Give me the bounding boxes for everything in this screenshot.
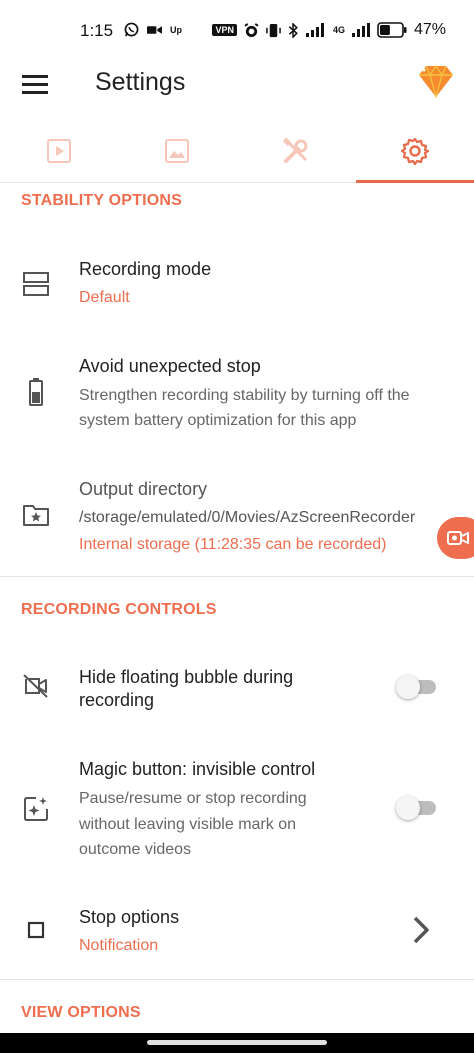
magic-button-description-3: outcome videos bbox=[79, 841, 192, 858]
signal-icon-2 bbox=[351, 23, 370, 37]
section-header-stability: STABILITY OPTIONS bbox=[21, 192, 183, 209]
tab-settings[interactable] bbox=[356, 119, 474, 183]
hide-floating-bubble-title-1: Hide floating bubble during bbox=[79, 667, 294, 687]
network-type: 4G bbox=[332, 25, 345, 35]
video-icon bbox=[47, 138, 71, 163]
gear-icon bbox=[401, 137, 429, 165]
recording-mode-item[interactable]: Recording mode Default bbox=[0, 240, 474, 330]
avoid-unexpected-stop-description-1: Strengthen recording stability by turnin… bbox=[79, 387, 410, 404]
battery-icon bbox=[20, 376, 52, 408]
vpn-badge: VPN bbox=[212, 24, 237, 36]
status-system-icons: VPN 4G 47% bbox=[212, 21, 446, 39]
recording-mode-value: Default bbox=[79, 289, 130, 306]
hide-floating-bubble-title-2: recording bbox=[79, 690, 155, 710]
status-bar: 1:15 Up VPN 4G 47% bbox=[0, 0, 474, 60]
avoid-unexpected-stop-title: Avoid unexpected stop bbox=[79, 356, 261, 376]
tab-image[interactable] bbox=[118, 119, 236, 182]
video-off-icon bbox=[20, 670, 52, 702]
tools-icon bbox=[282, 136, 308, 163]
stop-options-title: Stop options bbox=[79, 907, 180, 927]
whatsapp-icon bbox=[124, 22, 139, 37]
toggle-thumb bbox=[396, 796, 420, 820]
output-directory-item[interactable]: Output directory /storage/emulated/0/Mov… bbox=[0, 463, 474, 573]
toggle-thumb bbox=[396, 675, 420, 699]
signal-icon bbox=[305, 23, 324, 37]
vibrate-icon bbox=[266, 23, 281, 37]
premium-button[interactable] bbox=[418, 64, 454, 100]
hamburger-icon bbox=[22, 75, 48, 94]
home-indicator[interactable] bbox=[147, 1040, 327, 1045]
settings-tabs bbox=[0, 119, 474, 183]
magic-button-toggle[interactable] bbox=[396, 794, 440, 820]
battery-status-icon bbox=[377, 22, 407, 38]
magic-sparkle-icon bbox=[20, 793, 52, 825]
battery-percent: 47% bbox=[413, 21, 446, 38]
status-time: 1:15 bbox=[80, 21, 114, 40]
tab-video[interactable] bbox=[0, 119, 118, 182]
magic-button-item[interactable]: Magic button: invisible control Pause/re… bbox=[0, 745, 474, 870]
app-bar: Settings bbox=[0, 60, 474, 118]
magic-button-description-1: Pause/resume or stop recording bbox=[79, 790, 307, 807]
page-title: Settings bbox=[95, 68, 186, 96]
recording-mode-icon bbox=[20, 268, 52, 300]
alarm-icon bbox=[244, 22, 259, 37]
magic-button-title: Magic button: invisible control bbox=[79, 759, 316, 779]
stop-options-value: Notification bbox=[79, 937, 159, 954]
recording-mode-title: Recording mode bbox=[79, 259, 212, 279]
avoid-unexpected-stop-description-2: system battery optimization for this app bbox=[79, 412, 357, 429]
diamond-icon bbox=[419, 64, 453, 100]
section-header-view-options: VIEW OPTIONS bbox=[21, 1004, 141, 1021]
status-notification-icons: Up bbox=[124, 22, 182, 37]
tab-tools[interactable] bbox=[237, 119, 355, 182]
section-divider bbox=[0, 979, 474, 980]
stop-options-item[interactable]: Stop options Notification bbox=[0, 890, 474, 970]
video-camera-icon bbox=[147, 25, 162, 34]
chevron-right-icon bbox=[408, 915, 434, 945]
output-directory-path: /storage/emulated/0/Movies/AzScreenRecor… bbox=[79, 509, 416, 526]
hide-floating-bubble-item[interactable]: Hide floating bubble during recording bbox=[0, 652, 474, 732]
folder-star-icon bbox=[20, 499, 52, 531]
section-header-recording-controls: RECORDING CONTROLS bbox=[21, 601, 217, 618]
menu-button[interactable] bbox=[22, 70, 54, 98]
section-divider bbox=[0, 576, 474, 577]
floating-record-bubble[interactable] bbox=[437, 517, 474, 559]
stop-square-icon bbox=[20, 914, 52, 946]
record-camera-icon bbox=[447, 531, 469, 545]
output-directory-storage: Internal storage (11:28:35 can be record… bbox=[79, 536, 387, 553]
bluetooth-icon bbox=[288, 22, 298, 38]
up-app-icon: Up bbox=[170, 24, 182, 35]
hide-floating-bubble-toggle[interactable] bbox=[396, 673, 440, 699]
output-directory-title: Output directory bbox=[79, 479, 208, 499]
image-icon bbox=[165, 138, 189, 163]
magic-button-description-2: without leaving visible mark on bbox=[79, 816, 296, 833]
avoid-unexpected-stop-item[interactable]: Avoid unexpected stop Strengthen recordi… bbox=[0, 340, 474, 440]
